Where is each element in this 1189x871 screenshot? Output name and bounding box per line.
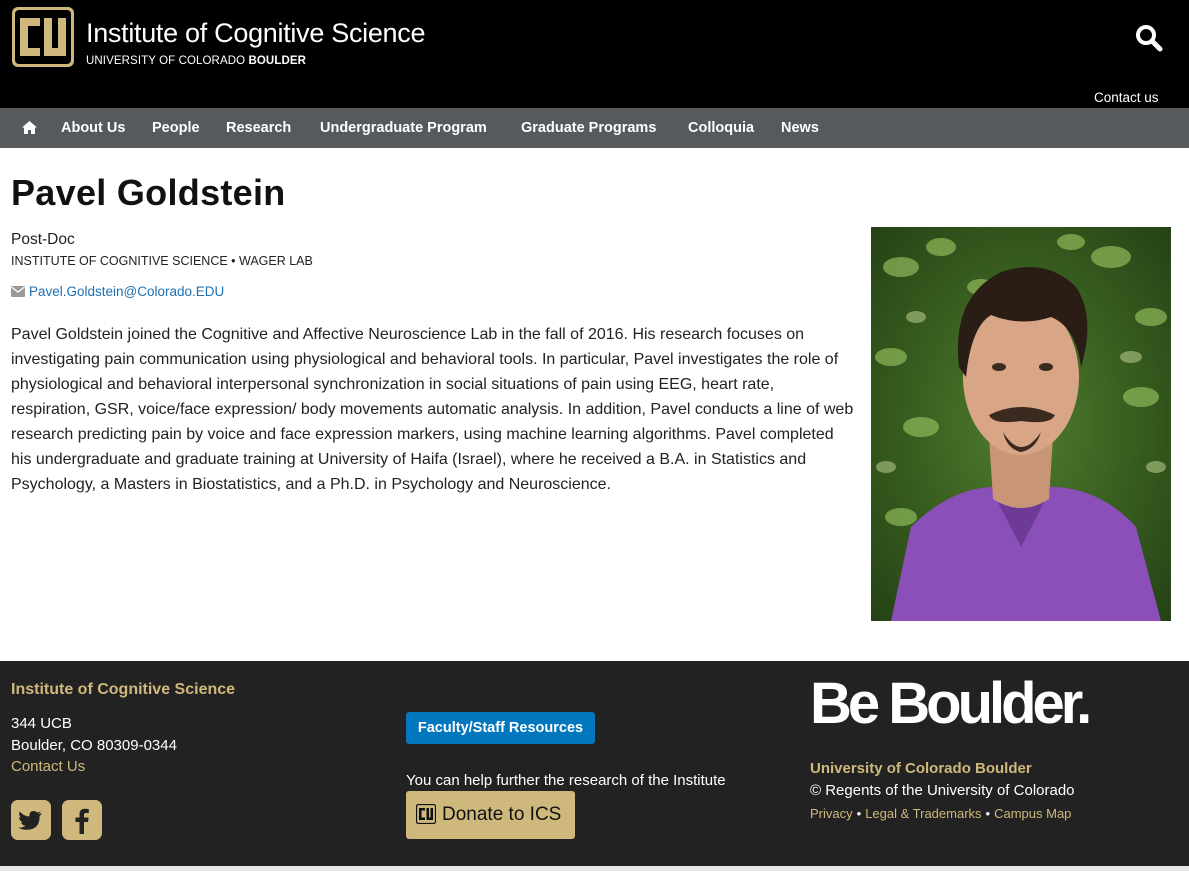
cu-small-logo-icon (416, 804, 436, 824)
nav-item-colloquia[interactable]: Colloquia (688, 108, 754, 148)
nav-item-undergraduate-program[interactable]: Undergraduate Program (320, 108, 487, 148)
site-subtitle-prefix: UNIVERSITY OF COLORADO (86, 55, 249, 67)
email-link[interactable]: Pavel.Goldstein@Colorado.EDU (29, 284, 224, 299)
be-boulder-logo[interactable]: Be Boulder. (810, 675, 1092, 733)
footer-address-line2: Boulder, CO 80309-0344 (11, 737, 177, 754)
nav-item-graduate-programs[interactable]: Graduate Programs (521, 108, 656, 148)
profile-affiliation: INSTITUTE OF COGNITIVE SCIENCE • WAGER L… (11, 254, 313, 268)
donate-button-label: Donate to ICS (442, 804, 562, 825)
donate-button[interactable]: Donate to ICS (406, 791, 575, 839)
legal-links: Privacy • Legal & Trademarks • Campus Map (810, 806, 1071, 821)
link-separator: • (985, 806, 991, 821)
university-name[interactable]: University of Colorado Boulder (810, 760, 1032, 777)
privacy-link[interactable]: Privacy (810, 806, 853, 821)
donate-help-text: You can help further the research of the… (406, 772, 726, 789)
main-nav: About Us People Research Undergraduate P… (0, 108, 1189, 148)
copyright-text: © Regents of the University of Colorado (810, 782, 1075, 799)
faculty-staff-resources-button[interactable]: Faculty/Staff Resources (406, 712, 595, 744)
profile-role: Post-Doc (11, 231, 75, 248)
site-subtitle: UNIVERSITY OF COLORADO BOULDER (86, 55, 306, 67)
nav-item-people[interactable]: People (152, 108, 200, 148)
legal-trademarks-link[interactable]: Legal & Trademarks (865, 806, 981, 821)
nav-item-news[interactable]: News (781, 108, 819, 148)
profile-photo (871, 227, 1171, 621)
envelope-icon (11, 286, 25, 297)
site-footer: Institute of Cognitive Science 344 UCB B… (0, 661, 1189, 866)
footer-contact-link[interactable]: Contact Us (11, 758, 85, 775)
nav-item-research[interactable]: Research (226, 108, 291, 148)
site-header: Institute of Cognitive Science UNIVERSIT… (0, 0, 1189, 108)
footer-address-line1: 344 UCB (11, 715, 72, 732)
email-row: Pavel.Goldstein@Colorado.EDU (11, 284, 224, 299)
profile-bio: Pavel Goldstein joined the Cognitive and… (11, 326, 854, 493)
home-icon[interactable] (22, 121, 37, 134)
link-separator: • (856, 806, 862, 821)
footer-title[interactable]: Institute of Cognitive Science (11, 681, 235, 699)
twitter-icon[interactable] (11, 800, 51, 840)
site-title[interactable]: Institute of Cognitive Science (86, 18, 426, 49)
page-bottom-strip (0, 866, 1189, 871)
campus-map-link[interactable]: Campus Map (994, 806, 1071, 821)
search-icon[interactable] (1134, 23, 1164, 53)
cu-logo-icon[interactable] (11, 6, 75, 68)
contact-us-link[interactable]: Contact us (1094, 90, 1159, 105)
nav-item-about-us[interactable]: About Us (61, 108, 125, 148)
page-title: Pavel Goldstein (11, 172, 286, 213)
site-subtitle-bold: BOULDER (248, 55, 307, 67)
facebook-icon[interactable] (62, 800, 102, 840)
